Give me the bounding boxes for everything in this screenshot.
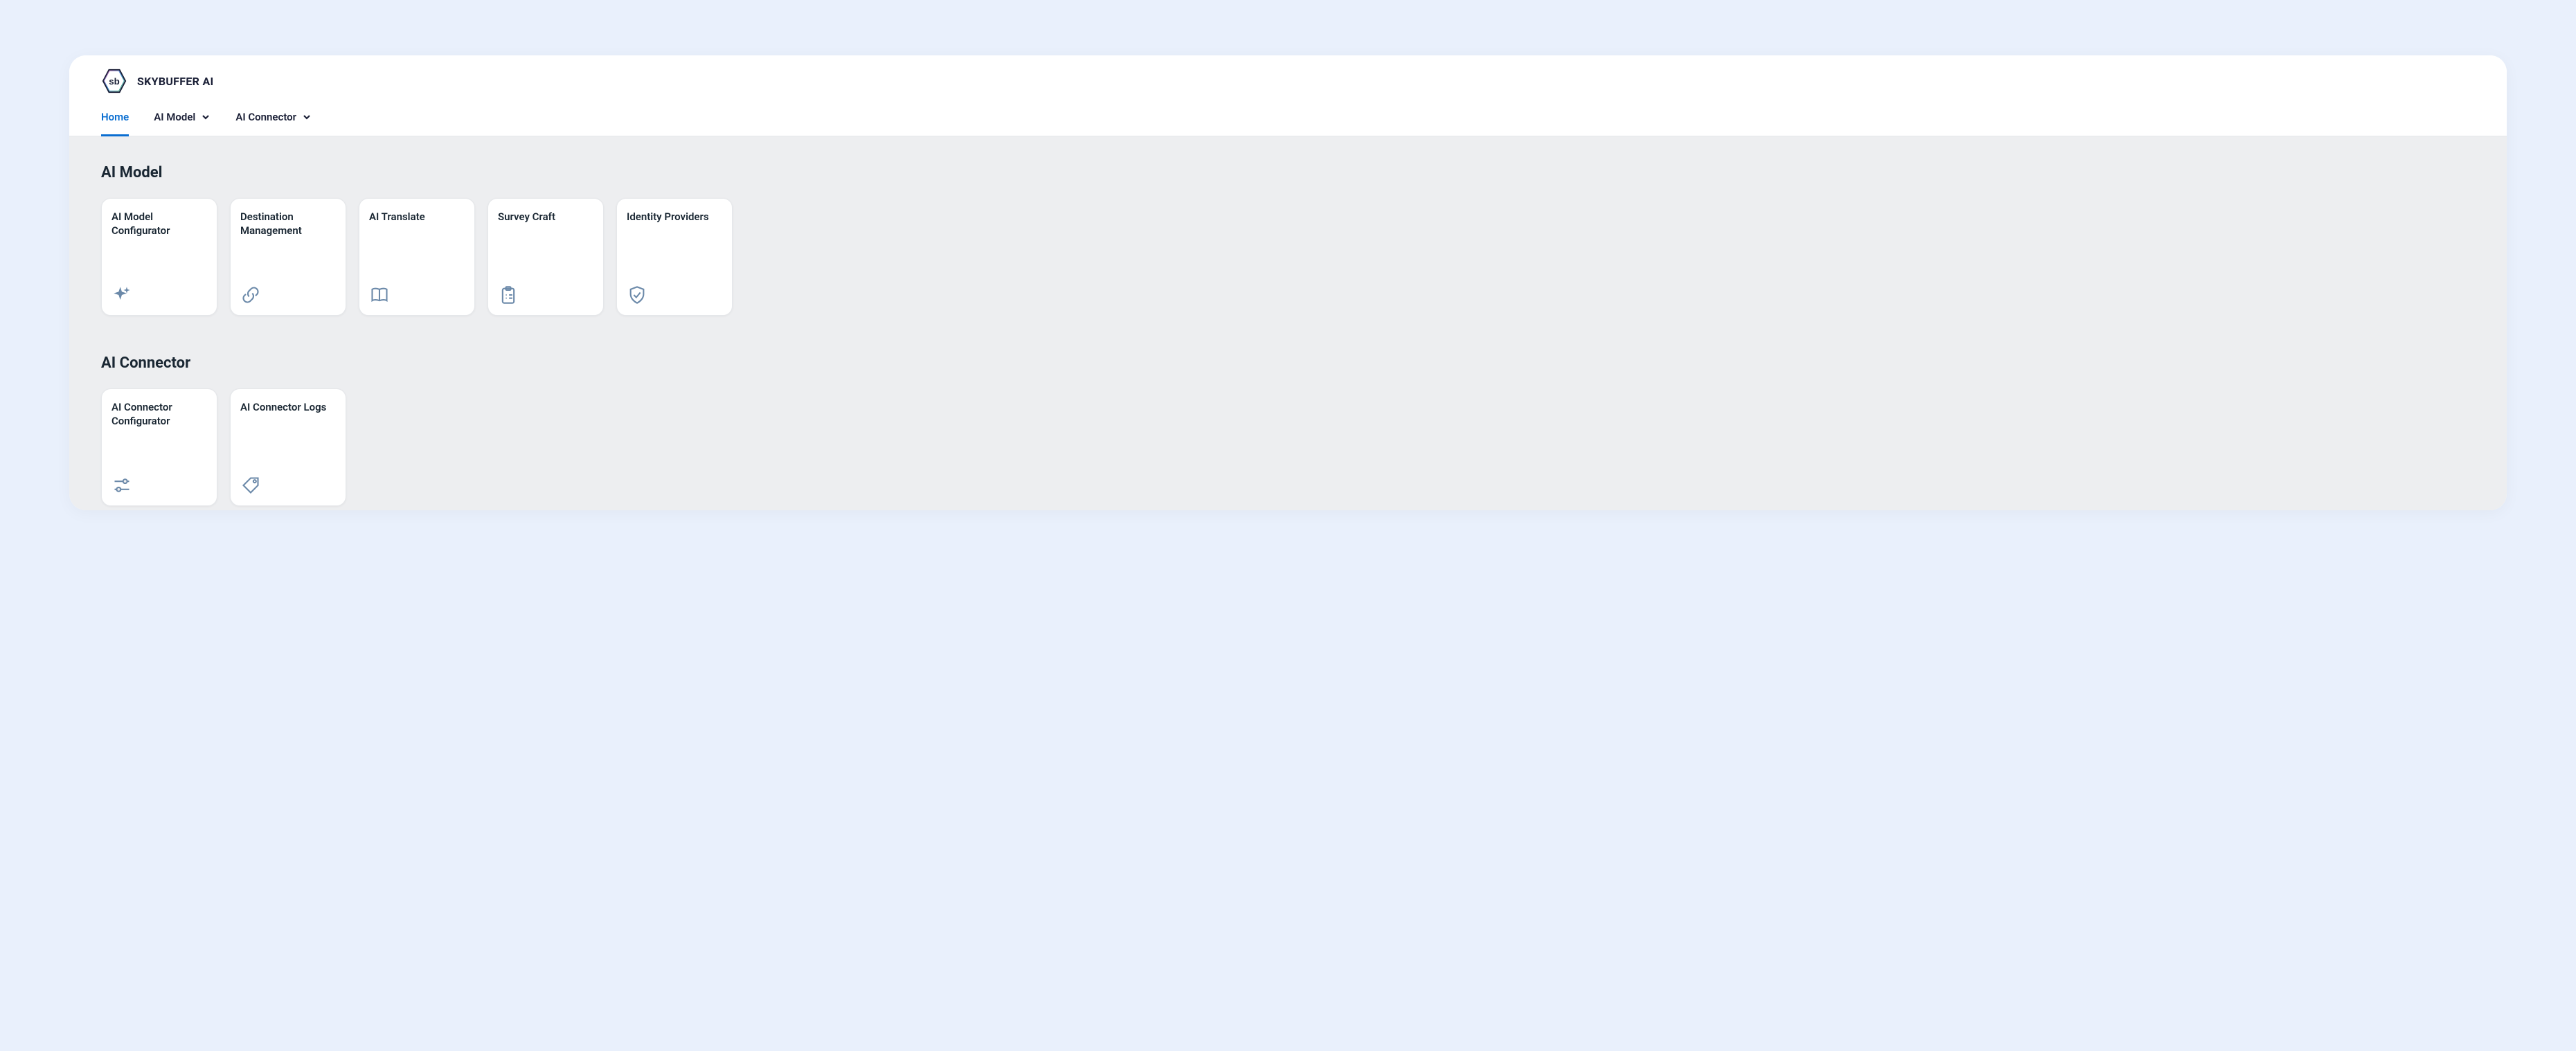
tile-identity-providers[interactable]: Identity Providers: [616, 198, 733, 316]
sliders-icon: [111, 475, 132, 496]
tile-title: Destination Management: [240, 210, 336, 238]
brand-logo-icon: sb: [101, 68, 127, 94]
chevron-down-icon: [201, 112, 211, 122]
tile-ai-connector-logs[interactable]: AI Connector Logs: [230, 388, 346, 506]
tile-title: AI Model Configurator: [111, 210, 207, 238]
header: sb SKYBUFFER AI Home AI Model AI Connect…: [69, 55, 2507, 136]
tile-title: AI Translate: [369, 210, 465, 224]
link-icon: [240, 285, 261, 305]
nav-tab-ai-connector[interactable]: AI Connector: [235, 101, 312, 136]
brand-name: SKYBUFFER AI: [137, 75, 214, 88]
nav-tab-ai-model[interactable]: AI Model: [154, 101, 211, 136]
tile-ai-model-configurator[interactable]: AI Model Configurator: [101, 198, 217, 316]
section-title: AI Connector: [101, 354, 2475, 372]
brand-row: sb SKYBUFFER AI: [69, 55, 2507, 101]
tile-ai-connector-configurator[interactable]: AI Connector Configurator: [101, 388, 217, 506]
tile-survey-craft[interactable]: Survey Craft: [488, 198, 604, 316]
book-icon: [369, 285, 390, 305]
tile-title: Identity Providers: [627, 210, 722, 224]
tile-row: AI Model Configurator Destination Manage…: [101, 198, 2475, 316]
app-window: sb SKYBUFFER AI Home AI Model AI Connect…: [69, 55, 2507, 510]
nav-tab-label: AI Connector: [235, 111, 296, 123]
tile-title: AI Connector Configurator: [111, 400, 207, 429]
nav-tab-label: AI Model: [154, 111, 195, 123]
nav-tab-label: Home: [101, 111, 129, 123]
tile-title: AI Connector Logs: [240, 400, 336, 414]
tile-destination-management[interactable]: Destination Management: [230, 198, 346, 316]
section-ai-model: AI Model AI Model Configurator Destinati…: [101, 164, 2475, 316]
section-ai-connector: AI Connector AI Connector Configurator: [101, 354, 2475, 506]
svg-text:sb: sb: [109, 76, 120, 87]
content-area: AI Model AI Model Configurator Destinati…: [69, 136, 2507, 510]
tile-row: AI Connector Configurator AI Connector L…: [101, 388, 2475, 506]
tag-icon: [240, 475, 261, 496]
nav-tabs: Home AI Model AI Connector: [69, 101, 2507, 136]
nav-tab-home[interactable]: Home: [101, 101, 129, 136]
chevron-down-icon: [302, 112, 312, 122]
shield-check-icon: [627, 285, 647, 305]
tile-title: Survey Craft: [498, 210, 593, 224]
tile-ai-translate[interactable]: AI Translate: [359, 198, 475, 316]
section-title: AI Model: [101, 164, 2475, 181]
sparkle-icon: [111, 285, 132, 305]
clipboard-icon: [498, 285, 519, 305]
